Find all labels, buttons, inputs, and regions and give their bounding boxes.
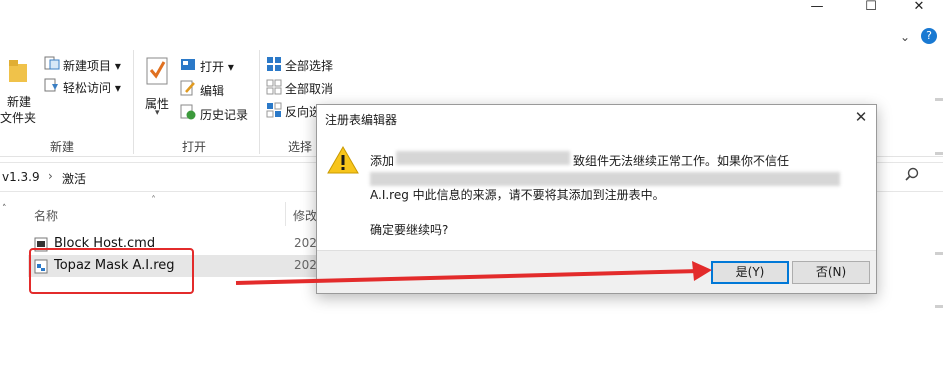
right-edge-marker [935, 252, 943, 255]
right-edge-marker [935, 152, 943, 155]
right-edge-marker [935, 98, 943, 101]
right-edge-marker [935, 305, 943, 308]
annotation-arrow [235, 261, 712, 285]
